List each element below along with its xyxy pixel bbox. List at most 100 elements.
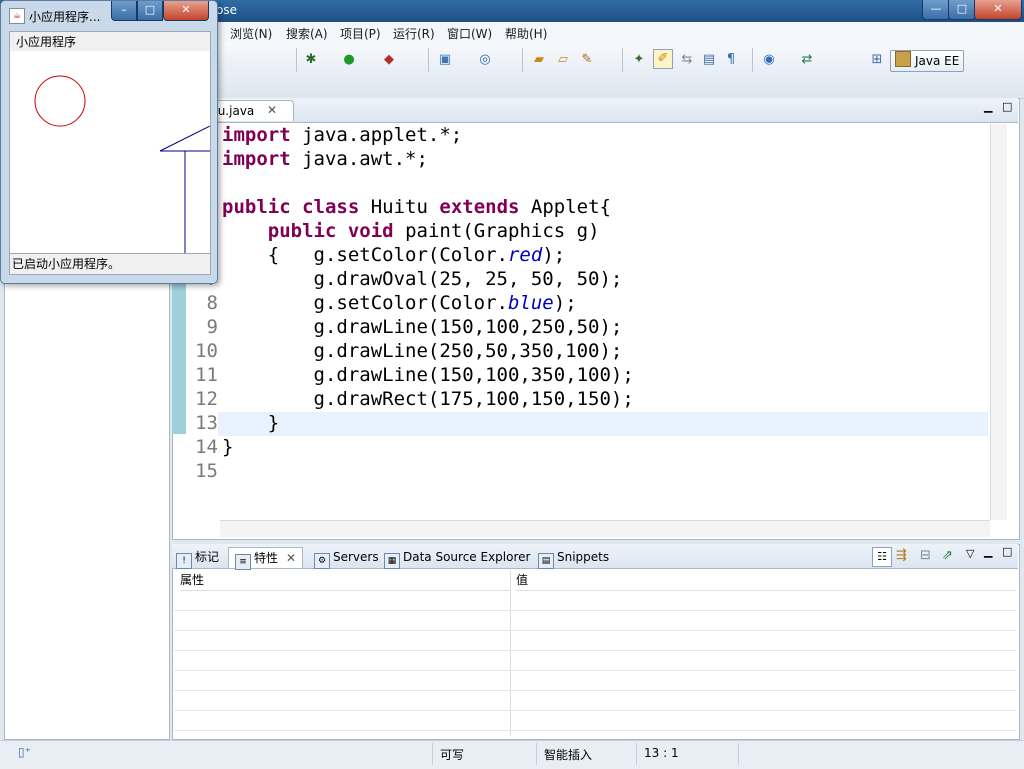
maximize-view-icon[interactable]: □	[1002, 100, 1012, 113]
editor-vertical-scrollbar[interactable]	[990, 124, 1007, 520]
status-divider	[738, 743, 739, 765]
status-bar: ▯⁺ 可写 智能插入 13 : 1	[0, 740, 1024, 769]
run-icon[interactable]: ●	[340, 51, 358, 69]
open-perspective-icon[interactable]: ⊞	[868, 51, 886, 69]
menu-project[interactable]: 项目(P)	[340, 25, 381, 42]
line-number: 12	[195, 388, 218, 410]
restore-default-icon[interactable]: ⊟	[920, 548, 931, 563]
code-editor[interactable]: import java.applet.*; import java.awt.*;…	[186, 124, 990, 520]
view-menu-icon[interactable]: ▽	[966, 547, 974, 560]
status-divider	[432, 743, 433, 765]
open-type-icon[interactable]: ▰	[530, 51, 548, 69]
minimize-button[interactable]: —	[922, 0, 950, 20]
paragraph-icon[interactable]: ¶	[722, 51, 740, 69]
highlight-icon[interactable]: ✐	[653, 49, 673, 69]
applet-maximize-button[interactable]: □	[137, 1, 163, 21]
line-number: 8	[206, 292, 218, 314]
table-row	[174, 651, 1016, 671]
applet-drawing	[34, 75, 210, 253]
search-icon[interactable]: ✎	[578, 51, 596, 69]
close-tab-icon[interactable]: ✕	[286, 551, 296, 565]
table-row	[174, 631, 1016, 651]
menu-help[interactable]: 帮助(H)	[505, 25, 547, 42]
code-line: import java.awt.*;	[222, 148, 428, 170]
menu-search[interactable]: 搜索(A)	[286, 25, 328, 42]
code-line: }	[222, 412, 280, 434]
perspective-icon[interactable]: ⇄	[798, 51, 816, 69]
applet-menu[interactable]: 小应用程序	[9, 31, 211, 53]
toolbar-separator	[522, 48, 523, 72]
link-icon[interactable]: ⇆	[678, 51, 696, 69]
column-header-property[interactable]: 属性	[180, 570, 510, 591]
fast-view-icon[interactable]: ▯⁺	[18, 745, 31, 759]
properties-icon: ≡	[235, 554, 251, 570]
column-header-value[interactable]: 值	[516, 570, 1016, 591]
pin-icon[interactable]: ⇗	[942, 548, 953, 563]
line-number: 9	[206, 316, 218, 338]
code-line: g.drawOval(25, 25, 50, 50);	[222, 268, 623, 290]
status-insert-mode: 智能插入	[544, 748, 593, 762]
blue-line	[159, 125, 210, 152]
status-cursor-position: 13 : 1	[644, 746, 679, 760]
tab-markers-label: 标记	[195, 550, 220, 564]
categories-icon[interactable]: ☷	[872, 547, 892, 567]
applet-minimize-button[interactable]: –	[111, 1, 137, 21]
status-writable: 可写	[440, 748, 465, 762]
editor-tab-label: tu.java	[213, 104, 255, 118]
tab-data-source-label: Data Source Explorer	[403, 550, 531, 564]
external-tools-icon[interactable]: ◆	[380, 51, 398, 69]
blue-rect	[184, 150, 210, 253]
debug-icon[interactable]: ✱	[302, 51, 320, 69]
code-line: }	[222, 436, 234, 458]
line-number: 10	[195, 340, 218, 362]
close-button[interactable]: ✕	[974, 0, 1022, 20]
minimize-view-icon[interactable]: ▁	[984, 545, 992, 558]
snippets-icon: ▤	[538, 553, 554, 569]
tab-snippets-label: Snippets	[557, 550, 610, 564]
line-number: 11	[195, 364, 218, 386]
menu-window[interactable]: 窗口(W)	[447, 25, 492, 42]
java-ee-perspective-button[interactable]: Java EE	[890, 50, 964, 72]
java-ee-icon	[895, 51, 911, 67]
perspective-label: Java EE	[915, 54, 960, 68]
data-source-icon: ▦	[384, 553, 400, 569]
tab-data-source-explorer[interactable]: ▦ Data Source Explorer	[384, 547, 531, 569]
close-tab-icon[interactable]: ✕	[267, 103, 277, 117]
red-circle	[34, 75, 86, 127]
table-row	[174, 611, 1016, 631]
code-line: g.drawLine(250,50,350,100);	[222, 340, 623, 362]
tab-snippets[interactable]: ▤ Snippets	[538, 547, 610, 569]
code-line: g.drawLine(150,100,250,50);	[222, 316, 623, 338]
minimize-view-icon[interactable]: ▁	[984, 100, 992, 113]
tab-markers[interactable]: ! 标记	[176, 547, 220, 569]
applet-viewer-window: ☕ 小应用程序... – □ ✕ 小应用程序 已启动小应用程序。	[0, 0, 218, 284]
maximize-button[interactable]: □	[948, 0, 976, 20]
status-divider	[636, 743, 637, 765]
toolbar-separator	[752, 48, 753, 72]
tab-properties[interactable]: ≡ 特性 ✕	[228, 547, 304, 570]
editor-tab-bar: tu.java ✕ ▁ □	[172, 98, 1018, 123]
advanced-icon[interactable]: ⇶	[896, 548, 907, 563]
open-folder-icon[interactable]: ▱	[554, 51, 572, 69]
code-line: g.drawLine(150,100,350,100);	[222, 364, 634, 386]
servers-icon: ⚙	[314, 553, 330, 569]
new-web-icon[interactable]: ◎	[476, 51, 494, 69]
annotation-icon[interactable]: ✦	[630, 51, 648, 69]
new-server-icon[interactable]: ▣	[436, 51, 454, 69]
toolbar-separator	[296, 48, 297, 72]
maximize-view-icon[interactable]: □	[1002, 545, 1012, 558]
applet-menu-label: 小应用程序	[16, 35, 77, 49]
code-line: g.setColor(Color.blue);	[222, 292, 577, 314]
globe-icon[interactable]: ◉	[760, 51, 778, 69]
editor-horizontal-scrollbar[interactable]	[220, 520, 990, 537]
toggle-icon[interactable]: ▤	[700, 51, 718, 69]
table-row	[174, 691, 1016, 711]
tab-servers[interactable]: ⚙ Servers	[314, 547, 379, 569]
menu-navigate[interactable]: 浏览(N)	[230, 25, 272, 42]
markers-icon: !	[176, 553, 192, 569]
applet-close-button[interactable]: ✕	[163, 1, 209, 21]
menu-run[interactable]: 运行(R)	[393, 25, 435, 42]
table-row	[174, 671, 1016, 691]
tab-servers-label: Servers	[333, 550, 379, 564]
bottom-tab-bar: ! 标记 ≡ 特性 ✕ ⚙ Servers ▦ Data Source Explorer …	[172, 544, 1018, 570]
